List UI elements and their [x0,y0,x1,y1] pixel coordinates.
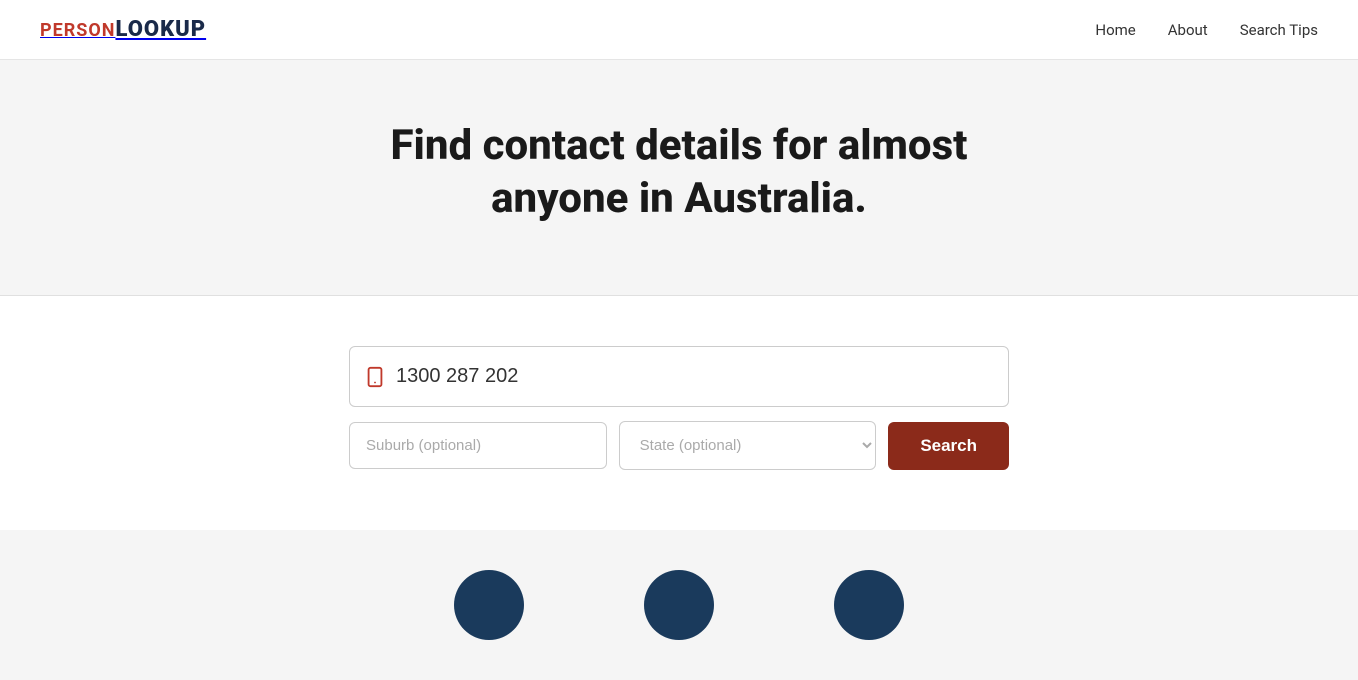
nav-about[interactable]: About [1168,21,1208,39]
circle-icon-1 [454,570,524,640]
hero-section: Find contact details for almost anyone i… [0,60,1358,296]
search-row: State (optional)ACTNSWNTQLDSATASVICWA Se… [349,421,1009,470]
suburb-input[interactable] [349,422,607,469]
main-search-input[interactable] [396,347,994,406]
search-button[interactable]: Search [888,422,1009,470]
bottom-icon-3 [834,570,904,640]
circle-icon-2 [644,570,714,640]
main-search-wrapper [349,346,1009,407]
site-header: PERSON LOOKUP Home About Search Tips [0,0,1358,60]
logo-person: PERSON [40,20,115,41]
bottom-icon-2 [644,570,714,640]
nav-search-tips[interactable]: Search Tips [1240,21,1318,39]
hero-headline: Find contact details for almost anyone i… [329,120,1029,225]
circle-icon-3 [834,570,904,640]
phone-icon [364,366,386,388]
bottom-icon-1 [454,570,524,640]
main-nav: Home About Search Tips [1095,21,1318,39]
bottom-section [0,530,1358,680]
state-select[interactable]: State (optional)ACTNSWNTQLDSATASVICWA [619,421,877,470]
site-logo[interactable]: PERSON LOOKUP [40,17,206,42]
logo-lookup: LOOKUP [115,17,206,42]
search-section: State (optional)ACTNSWNTQLDSATASVICWA Se… [0,296,1358,530]
nav-home[interactable]: Home [1095,21,1135,39]
